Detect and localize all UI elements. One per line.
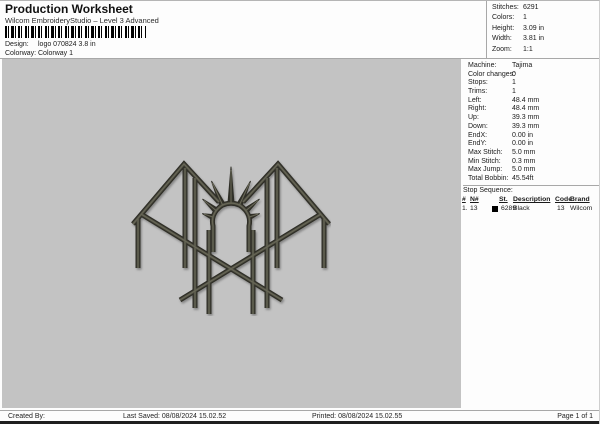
production-worksheet-page: Production Worksheet Wilcom EmbroiderySt… (0, 0, 600, 424)
detail-row: Min Stitch: 0.3 mm (468, 157, 536, 165)
detail-row: Right: 48.4 mm (468, 105, 540, 113)
summary-row: Width: 3.81 in (492, 35, 545, 43)
header-divider-vertical (486, 1, 487, 58)
colors-value: 1 (523, 14, 527, 22)
detail-row: Trims: 1 (468, 88, 516, 96)
printed: Printed: 08/08/2024 15.02.55 (312, 413, 403, 420)
detail-row: Max Jump: 5.0 mm (468, 166, 536, 174)
page-title: Production Worksheet (5, 2, 133, 16)
detail-row: EndY: 0.00 in (468, 140, 534, 148)
created-by: Created By: (8, 413, 45, 420)
thread-color-swatch (492, 206, 498, 212)
seq-needle: 13 (470, 205, 478, 212)
col-stitches: St. (499, 196, 508, 203)
detail-row: EndX: 0.00 in (468, 131, 534, 139)
colorway-row: Colorway: Colorway 1 (5, 50, 73, 57)
width-value: 3.81 in (523, 35, 545, 43)
page-number: Page 1 of 1 (557, 413, 593, 420)
col-num: # (462, 196, 466, 203)
stop-sequence-title: Stop Sequence: (463, 187, 513, 194)
seq-num: 1. (462, 205, 468, 212)
design-summary: Stitches: 6291 Colors: 1 Height: 3.09 in Wi… (492, 3, 598, 55)
summary-row: Zoom: 1:1 (492, 45, 533, 53)
stop-sequence-divider (463, 185, 599, 186)
seq-description: Black (513, 205, 530, 212)
col-brand: Brand (570, 196, 590, 203)
seq-brand: Wilcom (570, 205, 593, 212)
zoom-value: 1:1 (523, 45, 533, 53)
colorway-label: Colorway: (5, 50, 37, 57)
app-subtitle: Wilcom EmbroideryStudio – Level 3 Advanc… (5, 16, 159, 25)
summary-row: Colors: 1 (492, 14, 527, 22)
seq-code: 13 (557, 205, 565, 212)
detail-row: Total Bobbin: 45.54ft (468, 174, 534, 182)
detail-row: Max Stitch: 5.0 mm (468, 148, 536, 156)
machine-details: Machine: Tajima Color changes:0 Stops: 1 T… (468, 62, 598, 184)
detail-row: Up: 39.3 mm (468, 114, 540, 122)
embroidery-logo (131, 156, 331, 316)
detail-row: Left: 48.4 mm (468, 96, 540, 104)
design-row: Design: logo 070824 3.8 in (5, 41, 96, 48)
col-needle: N# (470, 196, 479, 203)
design-barcode (5, 26, 146, 38)
detail-row: Machine: Tajima (468, 62, 533, 69)
summary-row: Height: 3.09 in (492, 24, 545, 32)
height-value: 3.09 in (523, 24, 545, 32)
detail-row: Color changes:0 (468, 70, 516, 78)
design-canvas (2, 59, 461, 408)
design-label: Design: (5, 41, 29, 48)
colorway-value: Colorway 1 (38, 50, 74, 57)
last-saved: Last Saved: 08/08/2024 15.02.52 (123, 413, 227, 420)
detail-row: Down: 39.3 mm (468, 122, 540, 130)
design-value: logo 070824 3.8 in (38, 41, 96, 48)
summary-row: Stitches: 6291 (492, 4, 539, 11)
col-description: Description (513, 196, 551, 203)
detail-row: Stops: 1 (468, 79, 516, 87)
stitches-value: 6291 (523, 4, 539, 11)
